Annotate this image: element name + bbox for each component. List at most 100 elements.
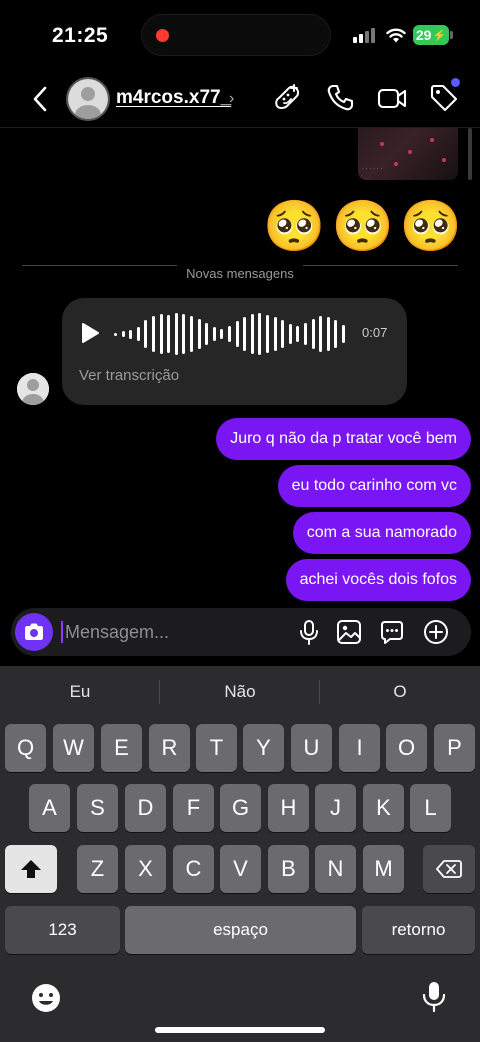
sticker-chat-icon[interactable] — [378, 618, 406, 646]
key-z[interactable]: Z — [77, 845, 118, 893]
space-key[interactable]: espaço — [125, 906, 356, 954]
key-m[interactable]: M — [363, 845, 404, 893]
microphone-icon[interactable] — [295, 618, 323, 646]
suggestion-bar: Eu Não O — [0, 666, 480, 718]
key-v[interactable]: V — [220, 845, 261, 893]
waveform-bar — [212, 327, 216, 341]
waveform-bar — [174, 313, 178, 355]
waveform-bar — [258, 313, 262, 355]
contact-username[interactable]: m4rcos.x77_ — [116, 87, 231, 109]
key-b[interactable]: B — [268, 845, 309, 893]
waveform-bar — [311, 319, 315, 349]
notification-dot — [451, 78, 460, 87]
key-t[interactable]: T — [196, 724, 237, 772]
battery-tip — [450, 31, 453, 39]
waveform-bar — [205, 323, 209, 345]
waveform-bar — [288, 324, 292, 344]
waveform-bar — [228, 326, 231, 342]
contact-avatar[interactable] — [66, 77, 110, 121]
key-i[interactable]: I — [339, 724, 380, 772]
key-l[interactable]: L — [410, 784, 451, 832]
key-p[interactable]: P — [434, 724, 475, 772]
play-icon[interactable] — [80, 322, 100, 344]
key-j[interactable]: J — [315, 784, 356, 832]
shared-media-thumbnail[interactable]: · · · · · · — [358, 128, 458, 180]
key-u[interactable]: U — [291, 724, 332, 772]
video-call-icon[interactable] — [376, 82, 408, 114]
sent-messages-group: Juro q não da p tratar você bem eu todo … — [216, 418, 471, 601]
waveform-bar — [159, 314, 163, 354]
key-e[interactable]: E — [101, 724, 142, 772]
waveform-bar — [220, 329, 224, 339]
gallery-icon[interactable] — [335, 618, 363, 646]
waveform-bar — [152, 316, 155, 352]
phone-call-icon[interactable] — [324, 82, 356, 114]
key-o[interactable]: O — [386, 724, 427, 772]
key-s[interactable]: S — [77, 784, 118, 832]
key-x[interactable]: X — [125, 845, 166, 893]
suggestion-item[interactable]: Eu — [0, 666, 160, 718]
suggestion-item[interactable]: O — [320, 666, 480, 718]
waveform-bar — [342, 325, 345, 343]
new-messages-label: Novas mensagens — [186, 266, 294, 281]
text-cursor — [61, 621, 63, 643]
chevron-right-icon[interactable]: › — [229, 90, 234, 108]
key-c[interactable]: C — [173, 845, 214, 893]
waveform-bar — [182, 314, 186, 354]
numbers-key[interactable]: 123 — [5, 906, 120, 954]
home-indicator[interactable] — [155, 1027, 325, 1033]
waveform-bar — [304, 323, 307, 345]
suggestion-item[interactable]: Não — [160, 666, 320, 718]
shift-key[interactable] — [5, 845, 57, 893]
clock: 21:25 — [52, 24, 109, 47]
message-thread[interactable]: · · · · · · 🥺🥺🥺 Novas mensagens 0:07 Ver… — [0, 128, 480, 608]
emoji-message[interactable]: 🥺🥺🥺 — [263, 196, 468, 256]
audio-waveform[interactable] — [114, 312, 354, 356]
sent-message-bubble[interactable]: achei vocês dois fofos — [285, 559, 471, 601]
waveform-bar — [319, 316, 323, 352]
key-y[interactable]: Y — [243, 724, 284, 772]
dynamic-island — [141, 14, 331, 56]
battery-level: 29 — [415, 27, 432, 43]
waveform-bar — [144, 320, 148, 348]
back-chevron-icon[interactable] — [28, 84, 52, 114]
view-transcript-link[interactable]: Ver transcrição — [79, 367, 179, 384]
voice-message-bubble[interactable]: 0:07 Ver transcrição — [62, 298, 407, 405]
default-avatar-icon — [68, 79, 108, 119]
key-f[interactable]: F — [173, 784, 214, 832]
sent-message-bubble[interactable]: eu todo carinho com vc — [277, 465, 471, 507]
waveform-bar — [197, 319, 201, 349]
waveform-bar — [273, 317, 277, 351]
return-key[interactable]: retorno — [362, 906, 475, 954]
dictation-microphone-icon[interactable] — [418, 980, 450, 1012]
add-plus-icon[interactable] — [422, 618, 450, 646]
backspace-icon — [436, 860, 462, 878]
key-n[interactable]: N — [315, 845, 356, 893]
sent-message-bubble[interactable]: Juro q não da p tratar você bem — [216, 418, 471, 460]
waveform-bar — [167, 315, 171, 353]
shift-arrow-icon — [21, 860, 41, 878]
emoji-keyboard-icon[interactable] — [30, 982, 62, 1014]
media-caption: · · · · · · — [362, 166, 383, 172]
message-input[interactable] — [65, 618, 285, 646]
waveform-bar — [296, 326, 300, 342]
waveform-bar — [129, 329, 133, 339]
key-a[interactable]: A — [29, 784, 70, 832]
key-g[interactable]: G — [220, 784, 261, 832]
battery-indicator: 29 ⚡ — [413, 25, 449, 45]
key-r[interactable]: R — [149, 724, 190, 772]
key-q[interactable]: Q — [5, 724, 46, 772]
key-w[interactable]: W — [53, 724, 94, 772]
backspace-key[interactable] — [423, 845, 475, 893]
scrollbar[interactable] — [468, 128, 472, 180]
waveform-bar — [114, 332, 117, 336]
camera-button[interactable] — [15, 613, 53, 651]
key-d[interactable]: D — [125, 784, 166, 832]
key-h[interactable]: H — [268, 784, 309, 832]
message-composer — [11, 608, 471, 656]
sent-message-bubble[interactable]: com a sua namorado — [292, 512, 471, 554]
key-k[interactable]: K — [363, 784, 404, 832]
keyboard: Eu Não O Q W E R T Y U I O P A S D F G H… — [0, 666, 480, 1042]
sticker-effects-icon[interactable] — [271, 82, 303, 114]
sender-avatar[interactable] — [17, 373, 49, 405]
